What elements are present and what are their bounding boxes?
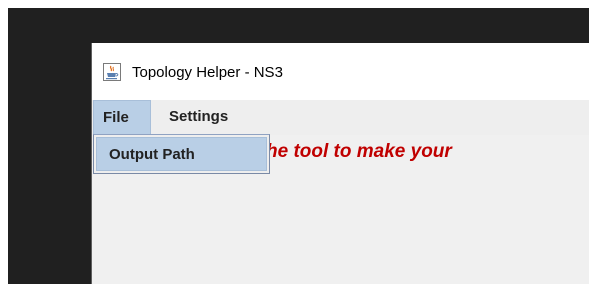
menu-settings[interactable]: Settings bbox=[158, 100, 268, 135]
menu-settings-label: Settings bbox=[169, 108, 229, 125]
desktop-background: Topology Helper - NS3 File Settings he t… bbox=[8, 8, 589, 284]
app-window: Topology Helper - NS3 File Settings he t… bbox=[91, 43, 589, 284]
menu-item-output-path[interactable]: Output Path bbox=[96, 137, 267, 171]
menu-bar: File Settings bbox=[92, 100, 589, 135]
java-cup-icon bbox=[103, 63, 121, 81]
menu-file-label: File bbox=[103, 109, 129, 126]
banner-text: he tool to make your bbox=[266, 141, 452, 162]
file-dropdown-menu: Output Path bbox=[93, 134, 270, 174]
title-bar[interactable]: Topology Helper - NS3 bbox=[92, 43, 589, 100]
menu-file[interactable]: File bbox=[93, 100, 151, 135]
menu-item-output-path-label: Output Path bbox=[109, 146, 195, 163]
window-title: Topology Helper - NS3 bbox=[132, 64, 283, 81]
